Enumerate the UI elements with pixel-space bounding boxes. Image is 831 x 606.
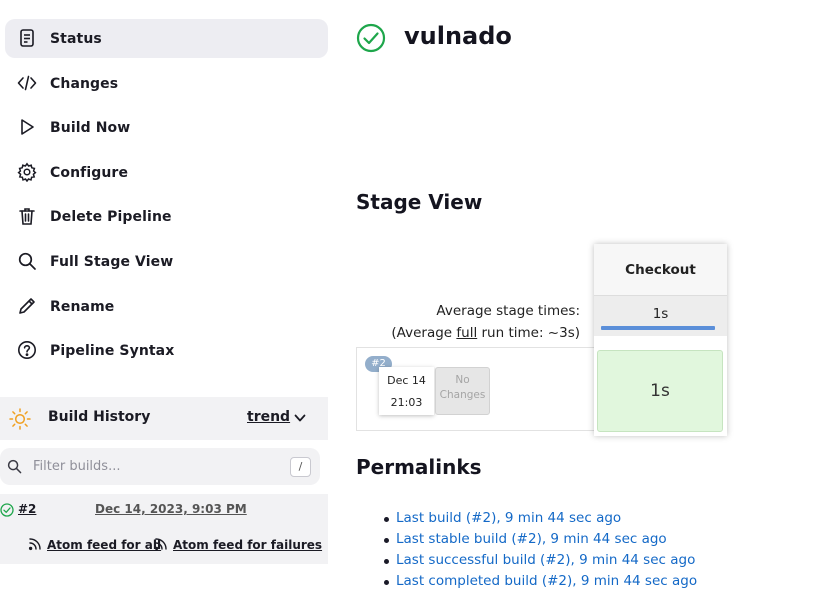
chevron-down-icon[interactable] (293, 411, 307, 425)
keyboard-shortcut-hint: / (290, 457, 311, 477)
permalink-last-stable-build[interactable]: Last stable build (#2), 9 min 44 sec ago (396, 531, 667, 547)
stage-average: 1s (594, 296, 727, 336)
task-label: Pipeline Syntax (50, 342, 175, 359)
pencil-icon (17, 296, 37, 316)
run-date-card[interactable]: Dec 14 21:03 (379, 367, 434, 415)
stage-average-bar (601, 326, 715, 330)
build-date-link[interactable]: Dec 14, 2023, 9:03 PM (95, 502, 247, 516)
permalinks-heading: Permalinks (356, 455, 482, 479)
trend-link[interactable]: trend (247, 409, 290, 425)
no-changes-box: No Changes (435, 367, 490, 415)
task-changes[interactable]: Changes (5, 64, 328, 103)
task-label: Rename (50, 298, 115, 315)
run-time: 21:03 (390, 396, 423, 409)
filter-builds-input[interactable] (33, 454, 283, 479)
filter-builds: / (0, 448, 320, 485)
stage-column-checkout: Checkout 1s 1s (594, 244, 727, 436)
task-label: Changes (50, 75, 119, 92)
build-row[interactable]: #2 Dec 14, 2023, 9:03 PM (0, 494, 328, 526)
list-item: Last stable build (#2), 9 min 44 sec ago (384, 531, 697, 552)
success-status-icon (356, 23, 386, 53)
success-icon (0, 503, 14, 517)
sun-icon (9, 408, 31, 430)
task-rename[interactable]: Rename (5, 287, 328, 326)
no-changes-line1: No (455, 374, 470, 386)
list-item: Last successful build (#2), 9 min 44 sec… (384, 552, 697, 573)
rss-icon (154, 538, 167, 551)
task-build-now[interactable]: Build Now (5, 108, 328, 147)
permalinks-list: Last build (#2), 9 min 44 sec ago Last s… (384, 510, 697, 594)
list-item: Last build (#2), 9 min 44 sec ago (384, 510, 697, 531)
task-pipeline-syntax[interactable]: Pipeline Syntax (5, 331, 328, 370)
search-icon (17, 251, 37, 271)
build-number-link[interactable]: #2 (18, 502, 36, 516)
stage-view-heading: Stage View (356, 190, 483, 214)
document-icon (17, 28, 37, 48)
build-history-title: Build History (48, 409, 151, 425)
no-changes-line2: Changes (439, 389, 486, 401)
permalink-last-build[interactable]: Last build (#2), 9 min 44 sec ago (396, 510, 621, 526)
stage-average-time: 1s (652, 306, 669, 322)
trash-icon (17, 206, 37, 226)
help-icon (17, 340, 37, 360)
atom-feed-failures-link[interactable]: Atom feed for failures (173, 538, 322, 552)
sidebar: Status Changes Build Now Configure Delet… (0, 0, 336, 606)
rss-icon (28, 538, 41, 551)
atom-feed-all-link[interactable]: Atom feed for all (47, 538, 161, 552)
average-full-run-time: (Average full run time: ~3s) (356, 325, 580, 341)
build-history-header: Build History trend (0, 397, 328, 440)
gear-icon (17, 162, 37, 182)
page-title: vulnado (404, 22, 512, 50)
feeds-row: Atom feed for all Atom feed for failures (0, 526, 328, 564)
task-label: Build Now (50, 119, 131, 136)
avg-full-link[interactable]: full (456, 325, 477, 341)
stage-result-cell[interactable]: 1s (597, 350, 723, 432)
task-status[interactable]: Status (5, 19, 328, 58)
search-icon (7, 459, 22, 474)
stage-header: Checkout (594, 244, 727, 296)
task-label: Delete Pipeline (50, 208, 172, 225)
average-stage-times-label: Average stage times: (436, 303, 580, 319)
list-item: Last completed build (#2), 9 min 44 sec … (384, 573, 697, 594)
task-configure[interactable]: Configure (5, 153, 328, 192)
task-label: Status (50, 30, 102, 47)
task-label: Full Stage View (50, 253, 174, 270)
stage-run-row: #2 Dec 14 21:03 No Changes (356, 347, 594, 431)
avg-full-prefix: (Average (391, 325, 457, 341)
run-date: Dec 14 (387, 374, 426, 387)
task-delete-pipeline[interactable]: Delete Pipeline (5, 197, 328, 236)
permalink-last-completed-build[interactable]: Last completed build (#2), 9 min 44 sec … (396, 573, 697, 589)
avg-full-suffix: run time: ~3s) (477, 325, 580, 341)
task-label: Configure (50, 164, 129, 181)
permalink-last-successful-build[interactable]: Last successful build (#2), 9 min 44 sec… (396, 552, 695, 568)
play-icon (17, 117, 37, 137)
code-icon (17, 73, 37, 93)
task-full-stage-view[interactable]: Full Stage View (5, 242, 328, 281)
